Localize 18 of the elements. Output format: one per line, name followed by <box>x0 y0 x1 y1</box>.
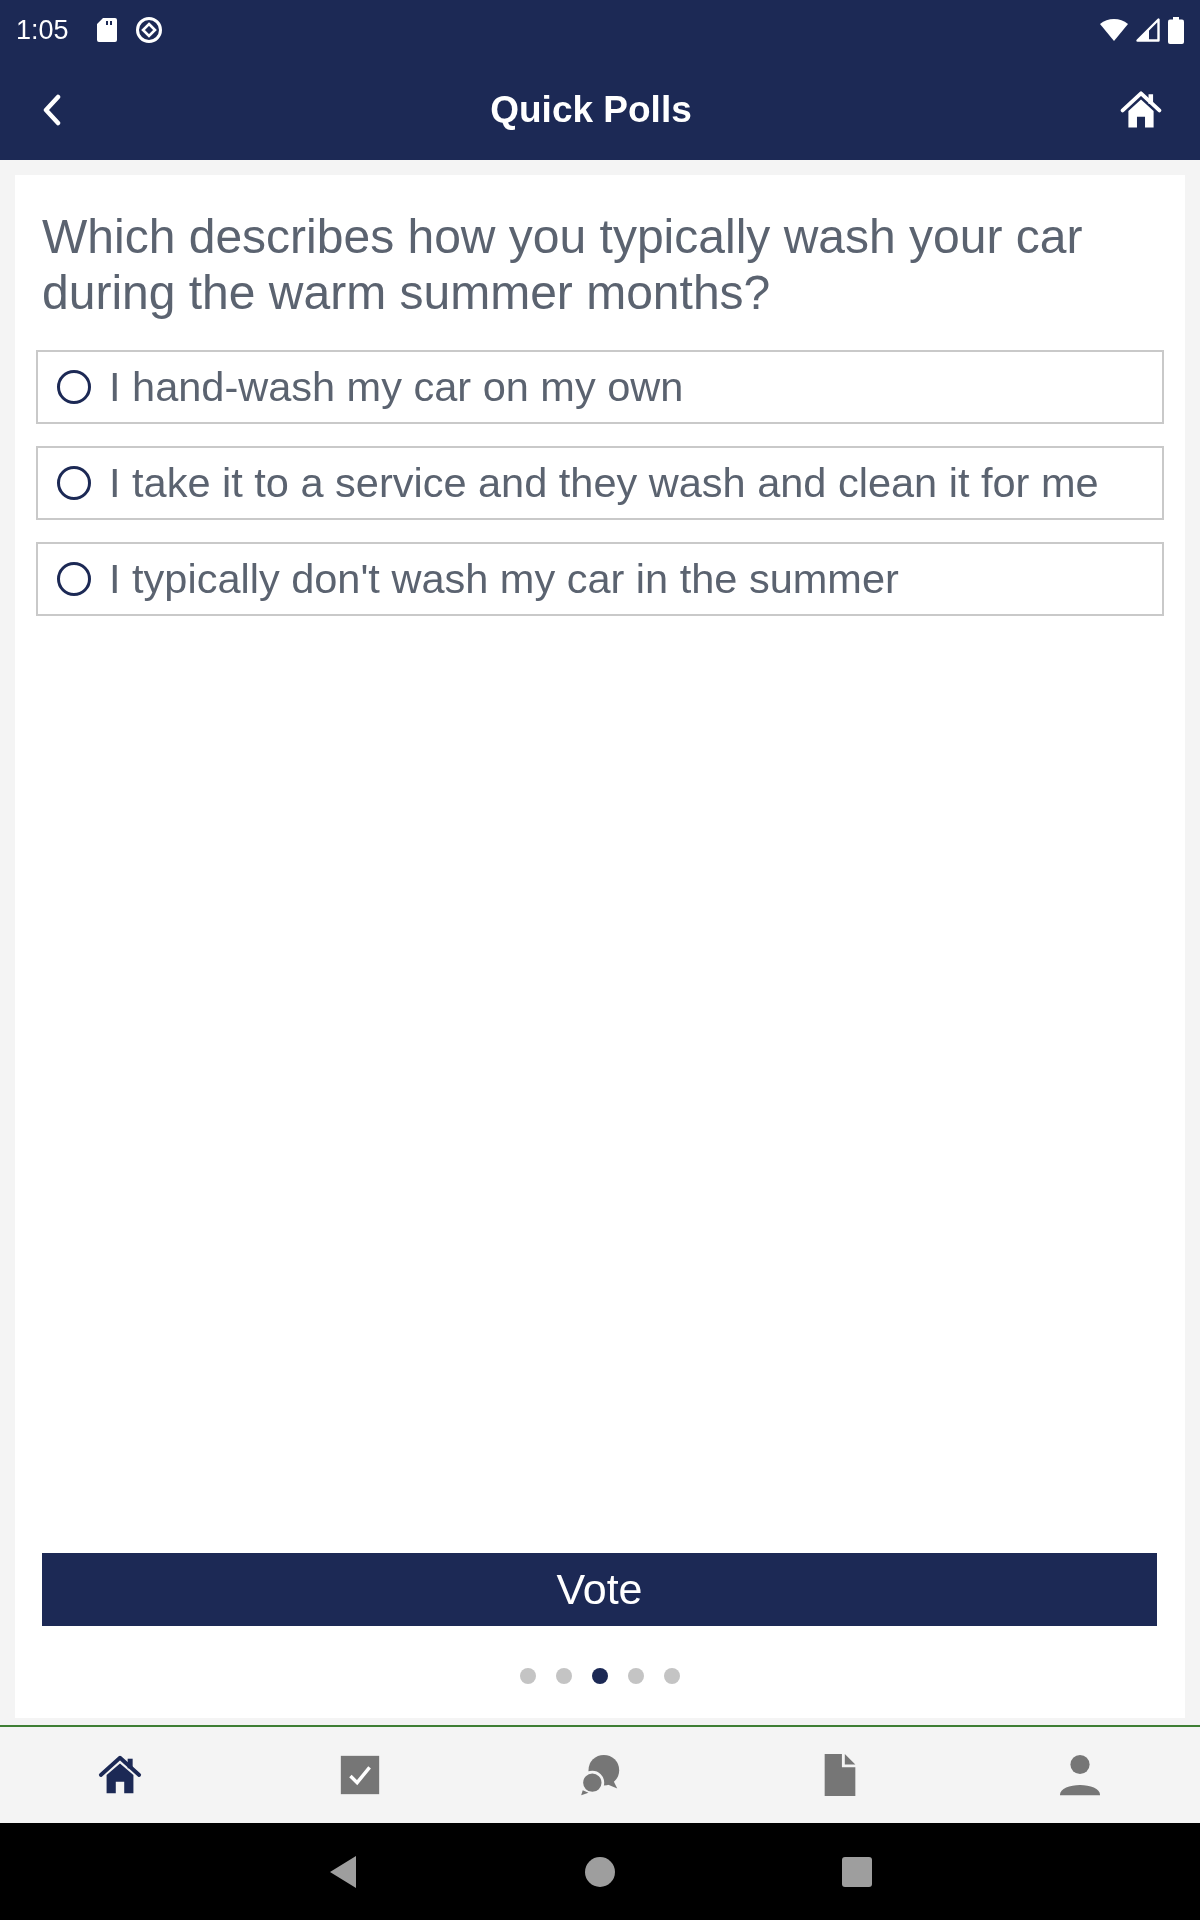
poll-option[interactable]: I hand-wash my car on my own <box>36 350 1164 424</box>
battery-icon <box>1168 16 1184 44</box>
back-triangle-icon[interactable] <box>328 1854 358 1889</box>
vote-button[interactable]: Vote <box>42 1553 1157 1626</box>
header-title: Quick Polls <box>490 89 692 131</box>
poll-question: Which describes how you typically wash your car during the warm summer months? <box>42 209 1084 321</box>
person-icon[interactable] <box>1057 1752 1103 1798</box>
poll-option[interactable]: I take it to a service and they wash and clean it for me <box>36 446 1164 520</box>
home-circle-icon[interactable] <box>585 1856 615 1887</box>
poll-option[interactable]: I typically don't wash my car in the summer <box>36 542 1164 616</box>
wifi-icon <box>1100 18 1128 42</box>
status-time: 1:05 <box>16 14 69 46</box>
sd-card-icon <box>96 18 117 42</box>
recents-square-icon[interactable] <box>842 1856 872 1887</box>
home-icon[interactable] <box>1120 89 1162 131</box>
back-icon[interactable] <box>42 94 62 126</box>
signal-icon <box>1136 18 1160 42</box>
ring-icon <box>134 16 163 44</box>
